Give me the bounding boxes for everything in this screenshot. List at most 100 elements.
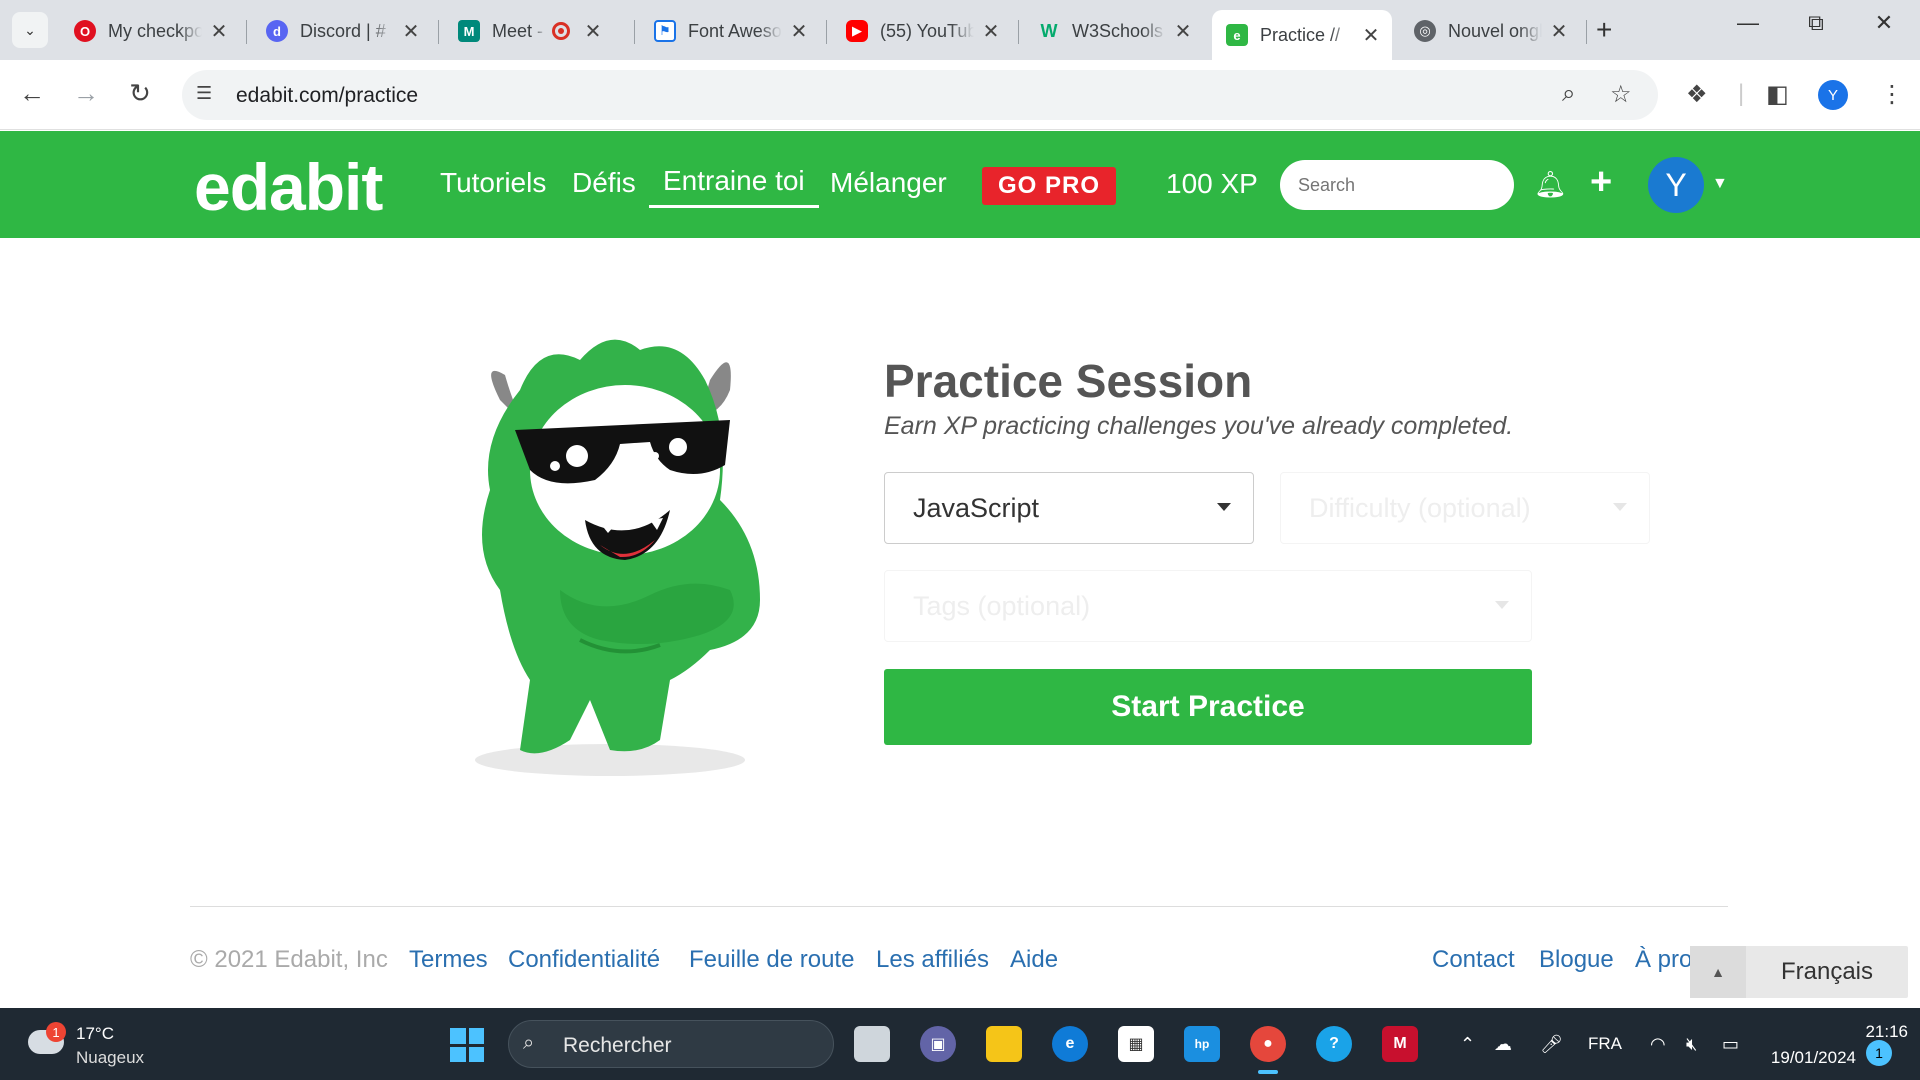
footer-link-termes[interactable]: Termes xyxy=(409,946,488,974)
footer-link-contact[interactable]: Contact xyxy=(1432,946,1515,974)
language-select[interactable]: JavaScript xyxy=(884,472,1254,544)
page-title: Practice Session xyxy=(884,355,1253,407)
clock-date[interactable]: 19/01/2024 xyxy=(1764,1048,1856,1068)
back-button[interactable]: ← xyxy=(14,78,50,109)
site-settings-icon[interactable]: ☰ xyxy=(196,83,212,104)
footer-link-confidentialite[interactable]: Confidentialité xyxy=(508,946,660,974)
nav-melanger[interactable]: Mélanger xyxy=(830,167,947,199)
language-switcher[interactable]: ▲ Français xyxy=(1690,946,1908,998)
tab-practice[interactable]: e Practice // ✕ xyxy=(1212,10,1392,60)
close-icon[interactable]: ✕ xyxy=(1548,19,1570,44)
weather-description: Nuageux xyxy=(76,1048,145,1067)
close-window-button[interactable]: ✕ xyxy=(1854,10,1914,36)
microphone-icon[interactable]: 🎤︎ xyxy=(1540,1034,1563,1055)
tab-new-tab[interactable]: ◎ Nouvel onglet ✕ xyxy=(1400,10,1580,52)
footer-link-affilies[interactable]: Les affiliés xyxy=(876,946,989,974)
tab-title: Font Awesome xyxy=(688,20,782,41)
arrow-right-icon: → xyxy=(73,78,99,108)
kebab-menu-icon[interactable]: ⋮ xyxy=(1880,80,1904,109)
wifi-icon[interactable]: ◠ xyxy=(1650,1034,1666,1055)
close-icon[interactable]: ✕ xyxy=(400,19,422,44)
task-view-icon[interactable] xyxy=(854,1026,890,1062)
discord-icon: d xyxy=(266,20,288,42)
tab-title: Practice // xyxy=(1260,24,1341,45)
address-bar[interactable]: ☰ edabit.com/practice ⌕ ☆ xyxy=(182,70,1658,120)
windows-taskbar: 1 17°C Nuageux ⌕ Rechercher ▣ e ▦ hp ● ?… xyxy=(0,1008,1920,1080)
footer-link-aide[interactable]: Aide xyxy=(1010,946,1058,974)
browser-toolbar: ← → ↻ ☰ edabit.com/practice ⌕ ☆ ❖ | ◧ Y … xyxy=(0,60,1920,130)
bell-icon[interactable]: 🔔︎ xyxy=(1534,169,1567,200)
close-icon[interactable]: ✕ xyxy=(208,19,230,44)
browser-tab-strip: ⌄ O My checkpoints ✕ d Discord | # ✕ M M… xyxy=(0,0,1920,60)
difficulty-select[interactable]: Difficulty (optional) xyxy=(1280,472,1650,544)
chevron-up-icon[interactable]: ⌃ xyxy=(1460,1034,1475,1055)
toolbar-divider: | xyxy=(1738,80,1745,107)
close-icon[interactable]: ✕ xyxy=(980,19,1002,44)
tab-meet[interactable]: M Meet - ✕ xyxy=(444,10,624,52)
nav-defis[interactable]: Défis xyxy=(572,167,636,199)
edge-icon[interactable]: e xyxy=(1052,1026,1088,1062)
search-input[interactable] xyxy=(1280,160,1514,210)
minimize-button[interactable]: — xyxy=(1718,10,1778,36)
close-icon[interactable]: ✕ xyxy=(788,19,810,44)
tab-title: Discord | # xyxy=(300,20,386,41)
difficulty-placeholder: Difficulty (optional) xyxy=(1309,492,1531,523)
nav-tutoriels[interactable]: Tutoriels xyxy=(440,167,546,199)
tab-title: W3Schools xyxy=(1072,20,1164,41)
forward-button[interactable]: → xyxy=(68,78,104,109)
mascot-illustration xyxy=(475,339,760,776)
reload-button[interactable]: ↻ xyxy=(122,78,158,109)
footer-link-a-propos[interactable]: À pro xyxy=(1635,946,1692,974)
tags-placeholder: Tags (optional) xyxy=(913,590,1091,621)
footer-link-feuille-de-route[interactable]: Feuille de route xyxy=(689,946,854,974)
myhp-icon[interactable]: hp xyxy=(1184,1026,1220,1062)
tags-select[interactable]: Tags (optional) xyxy=(884,570,1532,642)
restore-button[interactable]: ⧉ xyxy=(1786,10,1846,36)
help-icon[interactable]: ? xyxy=(1316,1026,1352,1062)
microsoft-store-icon[interactable]: ▦ xyxy=(1118,1026,1154,1062)
extensions-icon[interactable]: ❖ xyxy=(1686,80,1708,109)
zoom-icon[interactable]: ⌕ xyxy=(1562,80,1575,108)
chrome-icon[interactable]: ● xyxy=(1250,1026,1286,1074)
close-icon[interactable]: ✕ xyxy=(1360,23,1382,48)
tab-youtube[interactable]: ▶ (55) YouTube ✕ xyxy=(832,10,1012,52)
browser-profile-avatar[interactable]: Y xyxy=(1818,80,1848,110)
onedrive-icon[interactable]: ☁ xyxy=(1494,1034,1512,1055)
nav-entraine-toi[interactable]: Entraine toi xyxy=(649,165,819,208)
temperature: 17°C xyxy=(76,1024,114,1043)
side-panel-icon[interactable]: ◧ xyxy=(1766,80,1789,109)
go-pro-button[interactable]: GO PRO xyxy=(982,167,1116,205)
tab-font-awesome[interactable]: ⚑ Font Awesome ✕ xyxy=(640,10,820,52)
tab-search-button[interactable]: ⌄ xyxy=(12,12,48,48)
tab-discord[interactable]: d Discord | # ✕ xyxy=(252,10,432,52)
windows-start-icon[interactable] xyxy=(450,1028,484,1062)
tab-w3schools[interactable]: W W3Schools ✕ xyxy=(1024,10,1204,52)
user-avatar[interactable]: Y xyxy=(1648,157,1704,213)
edabit-logo[interactable]: edabit xyxy=(194,149,383,225)
tab-title: Nouvel onglet xyxy=(1448,20,1542,41)
tab-separator xyxy=(1018,20,1019,44)
notification-badge[interactable]: 1 xyxy=(1866,1040,1892,1066)
clock-time[interactable]: 21:16 xyxy=(1818,1022,1908,1042)
battery-icon[interactable]: ▭ xyxy=(1722,1034,1739,1055)
mcafee-icon[interactable]: M xyxy=(1382,1026,1418,1062)
file-explorer-icon[interactable] xyxy=(986,1026,1022,1062)
input-language[interactable]: FRA xyxy=(1588,1034,1622,1054)
close-icon[interactable]: ✕ xyxy=(1172,19,1194,44)
taskbar-search-label: Rechercher xyxy=(563,1034,672,1057)
new-tab-button[interactable]: + xyxy=(1596,14,1612,46)
close-icon[interactable]: ✕ xyxy=(582,19,604,44)
xp-counter[interactable]: 100 XP xyxy=(1166,168,1258,200)
taskbar-search[interactable]: ⌕ Rechercher xyxy=(508,1020,834,1068)
reload-icon: ↻ xyxy=(129,78,151,108)
start-practice-button[interactable]: Start Practice xyxy=(884,669,1532,745)
youtube-icon: ▶ xyxy=(846,20,868,42)
url-text[interactable]: edabit.com/practice xyxy=(236,84,418,108)
create-plus-icon[interactable]: + xyxy=(1590,161,1612,204)
volume-muted-icon[interactable]: 🔇︎ xyxy=(1686,1034,1697,1055)
footer-link-blogue[interactable]: Blogue xyxy=(1539,946,1614,974)
teams-icon[interactable]: ▣ xyxy=(920,1026,956,1062)
tab-my-checkpoints[interactable]: O My checkpoints ✕ xyxy=(60,10,240,52)
bookmark-star-icon[interactable]: ☆ xyxy=(1610,80,1632,109)
caret-down-icon[interactable]: ▼ xyxy=(1712,175,1728,193)
